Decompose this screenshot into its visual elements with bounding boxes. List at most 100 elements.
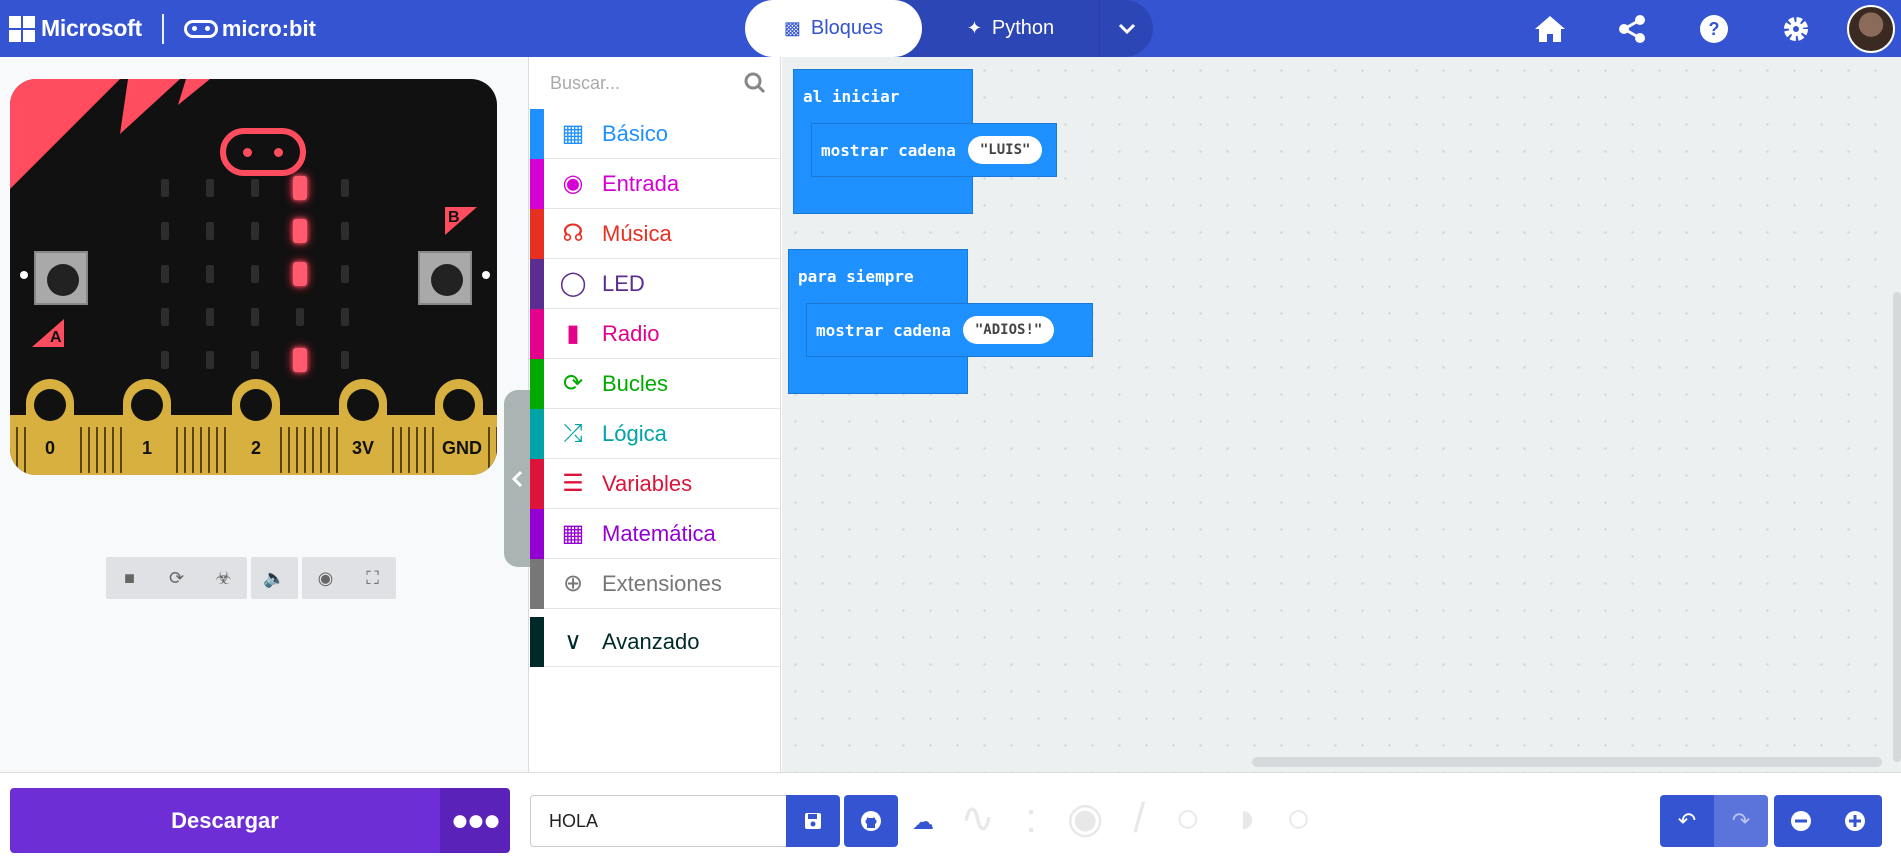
led-4-3 — [293, 348, 307, 372]
corner-decoration — [10, 79, 210, 189]
avatar[interactable] — [1847, 4, 1895, 53]
category-extensiones[interactable]: ⊕ Extensiones — [530, 558, 780, 609]
category-color-bar — [530, 258, 544, 309]
screenshot-button[interactable]: ◉ — [302, 557, 349, 599]
undo-redo-group: ↶ ↷ — [1660, 795, 1768, 847]
string-text-2: ADIOS! — [983, 322, 1034, 338]
top-header: Microsoft micro:bit ▩ Bloques ✦ Python ? — [0, 0, 1901, 57]
category-label: Matemática — [602, 520, 716, 546]
tab-python[interactable]: ✦ Python — [922, 0, 1099, 57]
download-options-button[interactable]: ●●● — [440, 788, 510, 853]
grid-icon: ▦ — [561, 120, 585, 147]
tab-blocks[interactable]: ▩ Bloques — [745, 0, 922, 57]
cloud-check-icon: ☁ — [912, 809, 934, 834]
search-input[interactable]: Buscar... — [550, 73, 620, 94]
microbit-board: A B 0 1 2 3V GND — [10, 79, 497, 475]
button-a[interactable] — [34, 251, 88, 305]
show-string-block-1[interactable]: mostrar cadena "LUIS" — [811, 123, 1057, 177]
category-avanzado[interactable]: ∨ Avanzado — [530, 616, 780, 667]
simulator-toolbar: ■ ⟳ ☣ 🔈 ◉ ⛶ — [106, 557, 400, 599]
touch-logo[interactable] — [220, 128, 306, 176]
stop-button[interactable]: ■ — [106, 557, 153, 599]
pin-gnd[interactable] — [435, 379, 483, 475]
category-color-bar — [530, 558, 544, 609]
pin-0[interactable] — [26, 379, 74, 475]
category-básico[interactable]: ▦ Básico — [530, 108, 780, 159]
download-button[interactable]: Descargar — [10, 788, 440, 853]
plus-circle-icon — [1845, 811, 1865, 831]
category-color-bar — [530, 508, 544, 559]
forever-title: para siempre — [798, 267, 914, 286]
toolbox: Buscar... ▦ Básico ◉ Entrada ☊ Música ◯ LED ▮ Rad… — [530, 57, 781, 772]
category-color-bar — [530, 358, 544, 409]
header-actions: ? — [1509, 0, 1901, 57]
category-lógica[interactable]: ⤮ Lógica — [530, 408, 780, 459]
category-entrada[interactable]: ◉ Entrada — [530, 158, 780, 209]
led-3-3 — [296, 308, 304, 326]
save-icon — [805, 813, 821, 829]
led-3-0 — [161, 308, 169, 326]
pin-3v[interactable] — [339, 379, 387, 475]
bottom-bar: ∿:◉/○◑○ Descargar ●●● HOLA ☁ ↶ ↷ — [0, 772, 1901, 858]
led-3-1 — [206, 308, 214, 326]
undo-button[interactable]: ↶ — [1660, 795, 1714, 847]
stop-icon: ■ — [124, 567, 135, 588]
category-radio[interactable]: ▮ Radio — [530, 308, 780, 359]
pin-2[interactable] — [232, 379, 280, 475]
plus-circle-icon: ⊕ — [562, 570, 584, 597]
chevron-down-icon — [1118, 23, 1135, 34]
horizontal-scrollbar[interactable] — [1252, 757, 1882, 767]
string-value-2[interactable]: "ADIOS!" — [962, 316, 1055, 344]
zoom-out-button[interactable] — [1774, 795, 1828, 847]
category-color-bar — [530, 308, 544, 359]
collapse-simulator-button[interactable] — [504, 390, 530, 567]
chevron-left-icon — [511, 470, 523, 487]
list-icon: ☰ — [562, 470, 584, 497]
project-name-value: HOLA — [549, 810, 599, 831]
restart-icon: ⟳ — [168, 567, 185, 588]
led-1-0 — [161, 222, 169, 240]
share-button[interactable] — [1591, 0, 1673, 57]
led-2-4 — [341, 265, 349, 283]
mute-button[interactable]: 🔈 — [251, 557, 298, 599]
undo-icon: ↶ — [1677, 808, 1697, 833]
microbit-logo-icon — [183, 19, 218, 38]
help-button[interactable]: ? — [1673, 0, 1755, 57]
debug-button[interactable]: ☣ — [200, 557, 247, 599]
save-button[interactable] — [786, 795, 840, 847]
settings-icon — [1784, 16, 1808, 41]
category-variables[interactable]: ☰ Variables — [530, 458, 780, 509]
led-2-2 — [251, 265, 259, 283]
github-button[interactable] — [844, 795, 898, 847]
pin-label-gnd: GND — [442, 438, 482, 458]
home-button[interactable] — [1509, 0, 1591, 57]
led-4-1 — [206, 351, 214, 369]
microbit-brand: micro:bit — [183, 16, 316, 42]
show-string-block-2[interactable]: mostrar cadena "ADIOS!" — [806, 303, 1093, 357]
headphones-icon: ☊ — [562, 220, 584, 247]
mode-dropdown-button[interactable] — [1099, 0, 1153, 57]
show-string-label-2: mostrar cadena — [816, 320, 951, 340]
brand[interactable]: Microsoft micro:bit — [9, 13, 316, 44]
button-b[interactable] — [418, 251, 472, 305]
category-bucles[interactable]: ⟳ Bucles — [530, 358, 780, 409]
fullscreen-button[interactable]: ⛶ — [349, 557, 396, 599]
cloud-status-button[interactable]: ☁ — [912, 809, 934, 835]
settings-button[interactable] — [1755, 0, 1837, 57]
ellipsis-icon: ●●● — [450, 803, 501, 837]
category-matemática[interactable]: ▦ Matemática — [530, 508, 780, 559]
redo-button[interactable]: ↷ — [1714, 795, 1768, 847]
show-string-label-1: mostrar cadena — [821, 140, 956, 160]
tab-blocks-label: Bloques — [810, 17, 884, 39]
category-led[interactable]: ◯ LED — [530, 258, 780, 309]
string-value-1[interactable]: "LUIS" — [967, 136, 1043, 164]
zoom-in-button[interactable] — [1828, 795, 1882, 847]
category-label: Avanzado — [602, 628, 700, 654]
project-name-input[interactable]: HOLA — [530, 795, 786, 847]
restart-button[interactable]: ⟳ — [153, 557, 200, 599]
blocks-workspace[interactable]: al iniciar mostrar cadena "LUIS" para si… — [782, 57, 1901, 772]
category-música[interactable]: ☊ Música — [530, 208, 780, 259]
pin-1[interactable] — [123, 379, 171, 475]
toolbox-search[interactable]: Buscar... — [530, 57, 780, 109]
vertical-scrollbar[interactable] — [1893, 292, 1901, 762]
